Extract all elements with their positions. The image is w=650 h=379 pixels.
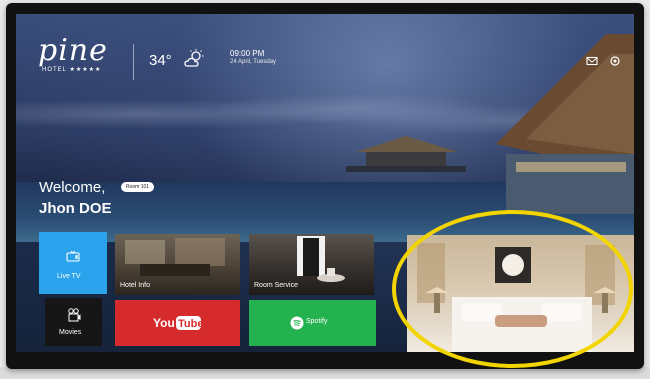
hotel-info-tile[interactable]: Hotel Info	[115, 234, 240, 295]
partly-cloudy-icon	[184, 49, 204, 67]
water-villa	[346, 136, 466, 172]
room-service-tile[interactable]: Room Service	[249, 234, 374, 295]
movie-camera-icon	[68, 308, 81, 322]
mail-icon[interactable]	[586, 55, 598, 67]
settings-icon[interactable]	[609, 55, 621, 67]
room-service-label: Room Service	[254, 282, 298, 289]
live-tv-label: Live TV	[57, 273, 81, 280]
svg-text:You: You	[153, 316, 175, 330]
temperature: 34°	[149, 52, 172, 69]
movies-label: Movies	[59, 329, 82, 336]
clock-time: 09:00 PM	[230, 49, 265, 58]
youtube-logo: You Tube	[153, 316, 203, 330]
guest-name: Jhon DOE	[39, 200, 112, 217]
logo-subtitle: HOTEL ★★★★★	[42, 67, 102, 73]
spotify-tile[interactable]: Spotify	[249, 300, 376, 346]
room-badge: Room 101	[121, 182, 155, 192]
live-tv-tile[interactable]: Live TV	[39, 232, 107, 294]
welcome-greeting: Welcome,	[39, 179, 106, 196]
hotel-logo: pine HOTEL ★★★★★	[38, 36, 138, 88]
hotel-info-label: Hotel Info	[120, 282, 150, 289]
youtube-tile[interactable]: You Tube	[115, 300, 240, 346]
clock-date: 24 April, Tuesday	[230, 59, 277, 65]
logo-text: pine	[38, 33, 108, 68]
movies-tile[interactable]: Movies	[45, 298, 102, 346]
svg-text:Tube: Tube	[178, 318, 203, 330]
highlight-circle	[392, 210, 633, 368]
tv-icon	[66, 251, 80, 262]
header-divider	[133, 44, 134, 80]
spotify-icon	[290, 316, 304, 330]
spotify-label: Spotify	[306, 318, 328, 325]
